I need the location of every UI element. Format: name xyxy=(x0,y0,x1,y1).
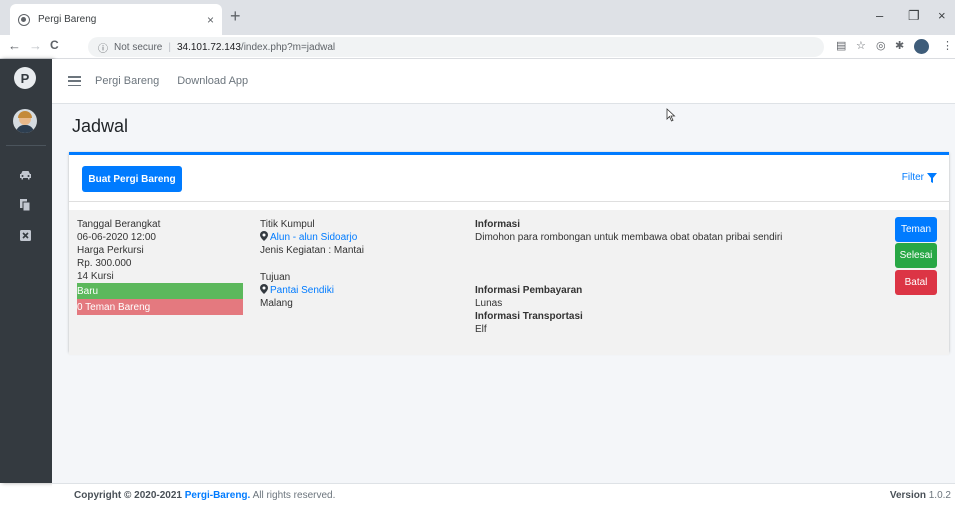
destination-place-link[interactable]: Pantai Sendiki xyxy=(260,284,364,297)
url-input[interactable]: ⓘ Not secure | 34.101.72.143/index.php?m… xyxy=(88,37,824,57)
transport-label: Informasi Transportasi xyxy=(475,311,583,322)
mouse-cursor-icon xyxy=(666,108,676,122)
friends-badge: 0 Teman Bareng xyxy=(77,299,243,315)
destination-city: Malang xyxy=(260,298,293,309)
meeting-label: Titik Kumpul xyxy=(260,219,315,230)
copyright-suffix: All rights reserved. xyxy=(252,490,336,501)
trip-row: Tanggal Berangkat 06-06-2020 12:00 Harga… xyxy=(69,210,949,355)
new-tab-icon[interactable]: + xyxy=(230,6,241,27)
departure-label: Tanggal Berangkat xyxy=(77,219,161,230)
cancel-button[interactable]: Batal xyxy=(895,270,937,295)
extensions-icon[interactable]: ✱ xyxy=(895,39,904,52)
card-header: Buat Pergi Bareng Filter xyxy=(69,155,949,202)
payment-label: Informasi Pembayaran xyxy=(475,285,583,296)
camera-icon[interactable]: ◎ xyxy=(876,39,886,52)
activity-type: Jenis Kegiatan : Mantai xyxy=(260,245,364,256)
friends-button[interactable]: Teman xyxy=(895,217,937,242)
translate-icon[interactable]: ▤ xyxy=(836,39,846,52)
url-path: /index.php?m=jadwal xyxy=(240,41,336,53)
status-badge: Baru xyxy=(77,283,243,299)
trip-col-info: Informasi Dimohon para rombongan untuk m… xyxy=(475,218,782,336)
filter-icon xyxy=(927,172,937,183)
window-close-icon[interactable]: × xyxy=(938,8,946,23)
copyright-prefix: Copyright © 2020-2021 xyxy=(74,490,182,501)
destination-place: Pantai Sendiki xyxy=(270,285,334,296)
page-title: Jadwal xyxy=(72,116,129,136)
nav-link-pergi-bareng[interactable]: Pergi Bareng xyxy=(95,75,159,87)
filter-label: Filter xyxy=(901,172,924,183)
price-value: Rp. 300.000 xyxy=(77,258,132,269)
profile-avatar[interactable] xyxy=(914,39,929,54)
map-marker-icon xyxy=(260,231,268,241)
trip-col-departure: Tanggal Berangkat 06-06-2020 12:00 Harga… xyxy=(77,218,243,315)
meeting-place-link[interactable]: Alun - alun Sidoarjo xyxy=(260,231,364,244)
tab-title: Pergi Bareng xyxy=(38,14,97,25)
done-button[interactable]: Selesai xyxy=(895,243,937,268)
trip-col-location: Titik Kumpul Alun - alun Sidoarjo Jenis … xyxy=(260,218,364,310)
user-avatar[interactable] xyxy=(13,109,37,133)
restore-icon[interactable]: ❐ xyxy=(908,8,920,24)
minimize-icon[interactable]: – xyxy=(876,8,883,23)
car-icon[interactable] xyxy=(16,167,34,183)
price-label: Harga Perkursi xyxy=(77,245,144,256)
copy-icon[interactable] xyxy=(16,197,34,213)
favicon-icon xyxy=(18,13,30,26)
sidebar-divider xyxy=(6,145,46,146)
sidebar: P xyxy=(0,59,52,483)
content-wrapper: Jadwal Buat Pergi Bareng Filter Tanggal … xyxy=(52,104,955,483)
not-secure-label: Not secure xyxy=(114,41,163,53)
avatar-hair xyxy=(18,111,32,118)
footer-brand-link[interactable]: Pergi-Bareng. xyxy=(185,490,251,501)
address-bar: ← → C ⓘ Not secure | 34.101.72.143/index… xyxy=(0,35,955,59)
schedule-card: Buat Pergi Bareng Filter Tanggal Berangk… xyxy=(69,152,949,355)
departure-value: 06-06-2020 12:00 xyxy=(77,232,156,243)
version: Version 1.0.2 xyxy=(890,490,951,501)
filter-button[interactable]: Filter xyxy=(902,172,937,183)
map-marker-icon xyxy=(260,284,268,294)
version-label: Version xyxy=(889,490,926,501)
info-text: Dimohon para rombongan untuk membawa oba… xyxy=(475,232,783,243)
reload-icon[interactable]: C xyxy=(50,38,59,52)
create-trip-button[interactable]: Buat Pergi Bareng xyxy=(82,166,182,192)
tab-close-icon[interactable]: × xyxy=(207,13,214,27)
transport-value: Elf xyxy=(475,324,487,335)
destination-label: Tujuan xyxy=(260,272,291,283)
seats-value: 14 Kursi xyxy=(77,271,114,282)
url-text: 34.101.72.143/index.php?m=jadwal xyxy=(177,42,335,53)
footer: Copyright © 2020-2021 Pergi-Bareng. All … xyxy=(52,483,955,507)
browser-tab[interactable]: Pergi Bareng × xyxy=(10,4,222,35)
payment-value: Lunas xyxy=(475,298,503,309)
info-icon[interactable]: ⓘ xyxy=(98,40,108,55)
brand-logo[interactable]: P xyxy=(14,67,36,89)
bookmark-star-icon[interactable]: ☆ xyxy=(856,39,866,52)
hamburger-menu-icon[interactable] xyxy=(68,76,81,86)
menu-kebab-icon[interactable]: ⋮ xyxy=(942,39,953,52)
meeting-place: Alun - alun Sidoarjo xyxy=(270,232,358,243)
top-navbar: Pergi Bareng Download App xyxy=(52,59,955,104)
info-label: Informasi xyxy=(475,219,521,230)
forward-icon[interactable]: → xyxy=(29,38,42,53)
nav-link-download-app[interactable]: Download App xyxy=(177,75,248,87)
close-box-icon[interactable] xyxy=(16,227,34,243)
url-host: 34.101.72.143 xyxy=(176,41,241,53)
avatar-body xyxy=(16,125,34,133)
copyright: Copyright © 2020-2021 Pergi-Bareng. All … xyxy=(74,490,335,501)
url-separator: | xyxy=(168,41,171,53)
version-value: 1.0.2 xyxy=(928,490,951,501)
back-icon[interactable]: ← xyxy=(8,38,21,53)
browser-tab-bar: Pergi Bareng × + – ❐ × xyxy=(0,0,955,35)
